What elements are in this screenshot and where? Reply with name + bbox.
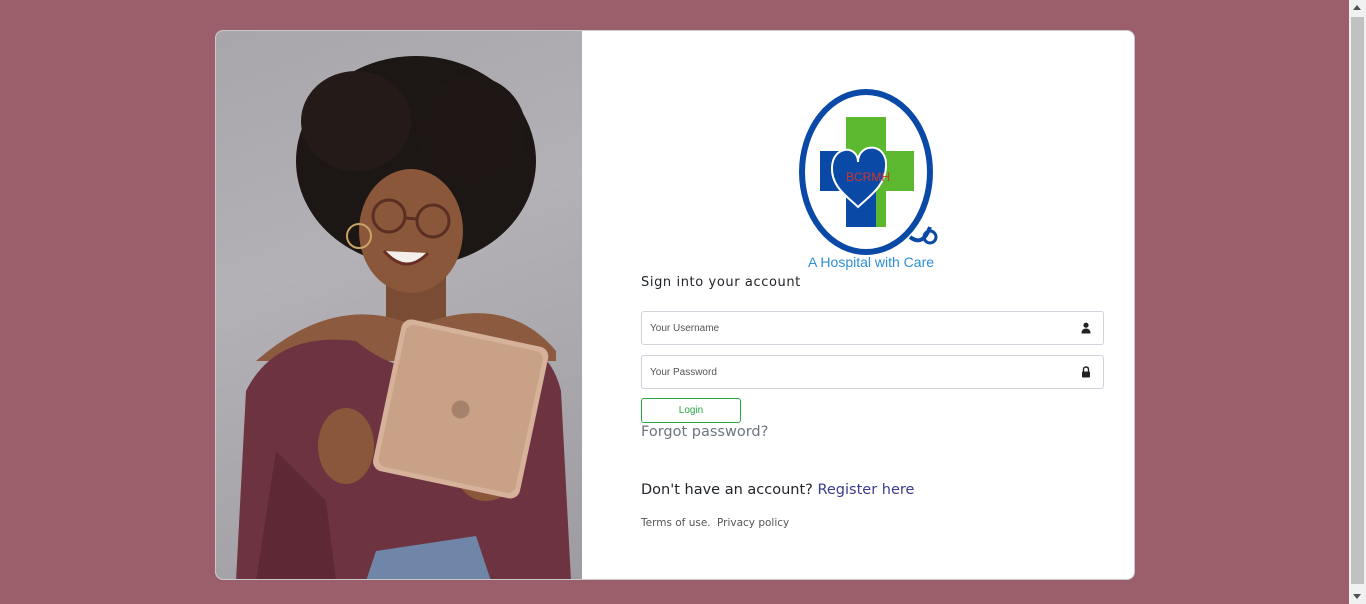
footer-links: Terms of use. Privacy policy xyxy=(641,517,789,529)
terms-link[interactable]: Terms of use. xyxy=(641,517,711,529)
vertical-scrollbar[interactable] xyxy=(1349,0,1366,604)
login-form-area: BCRMH A Hospital with Care Sign into you… xyxy=(582,31,1134,579)
register-link[interactable]: Register here xyxy=(817,482,914,498)
register-prompt-text: Don't have an account? xyxy=(641,482,813,498)
privacy-link[interactable]: Privacy policy xyxy=(717,517,789,529)
password-input[interactable] xyxy=(642,356,1062,388)
hospital-logo: BCRMH A Hospital with Care xyxy=(799,89,938,270)
user-icon xyxy=(1081,322,1091,334)
lock-icon xyxy=(1082,366,1090,378)
page-title: Sign into your account xyxy=(641,275,801,290)
hero-photo xyxy=(216,31,582,579)
scroll-up-arrow-icon[interactable] xyxy=(1353,5,1361,10)
woman-with-tablet-photo xyxy=(236,56,571,579)
password-field[interactable] xyxy=(641,355,1104,389)
scrollbar-thumb[interactable] xyxy=(1351,17,1364,584)
username-input[interactable] xyxy=(642,312,1062,344)
login-card: BCRMH A Hospital with Care Sign into you… xyxy=(215,30,1135,580)
login-button[interactable]: Login xyxy=(641,398,741,423)
scroll-down-arrow-icon[interactable] xyxy=(1353,594,1361,599)
logo-initials: BCRMH xyxy=(846,170,890,184)
register-prompt: Don't have an account? Register here xyxy=(641,482,914,498)
logo-tagline: A Hospital with Care xyxy=(808,254,934,270)
forgot-password-link[interactable]: Forgot password? xyxy=(641,424,768,440)
username-field[interactable] xyxy=(641,311,1104,345)
